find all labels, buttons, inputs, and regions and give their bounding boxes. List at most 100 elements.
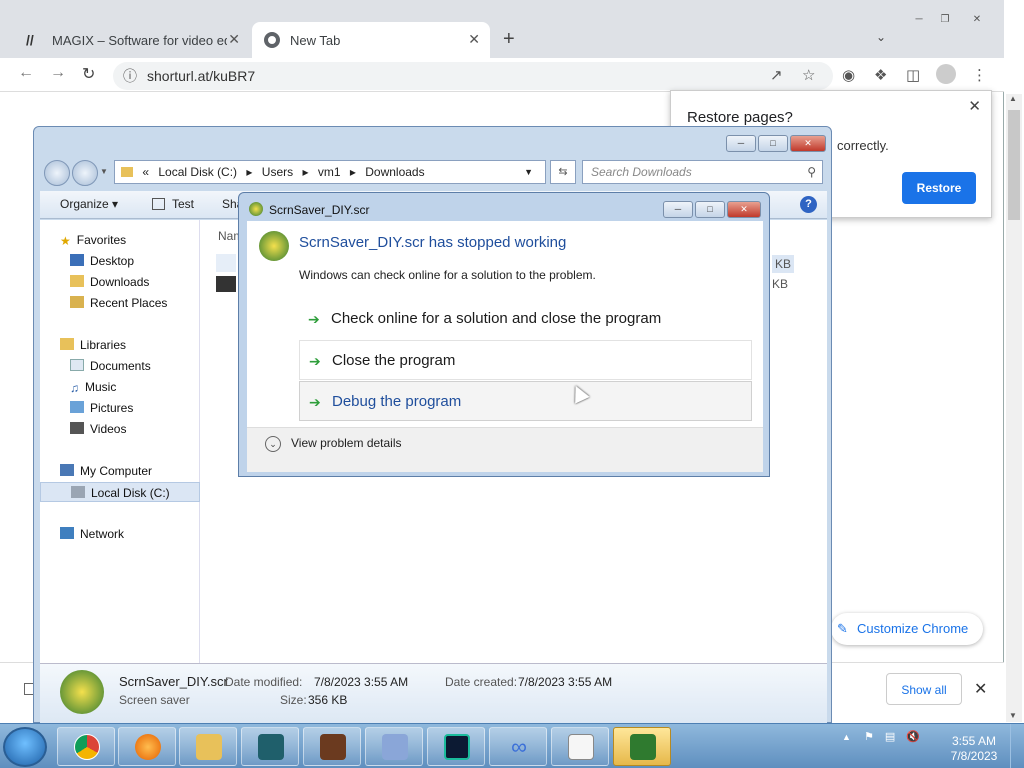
nav-desktop[interactable]: Desktop — [40, 251, 200, 271]
minimize-icon[interactable]: ─ — [908, 14, 930, 28]
share-icon[interactable]: ↗ — [770, 66, 783, 84]
taskbar-infinity-app[interactable]: ∞ — [489, 727, 547, 766]
new-tab-button[interactable]: + — [503, 28, 515, 51]
taskbar-vector-app[interactable] — [365, 727, 423, 766]
minimize-icon[interactable]: ─ — [726, 135, 756, 152]
minimize-icon[interactable]: ─ — [663, 201, 693, 218]
back-icon[interactable]: ← — [18, 64, 34, 82]
breadcrumb-sep[interactable]: ▸ — [246, 165, 252, 179]
taskbar-screensaver-app[interactable] — [613, 727, 671, 766]
address-bar[interactable]: ⓘ shorturl.at/kuBR7 — [113, 62, 833, 90]
action-center-icon[interactable]: ⚑ — [864, 731, 874, 743]
nav-network[interactable]: Network — [40, 524, 200, 544]
start-button[interactable] — [3, 727, 47, 767]
libraries-icon — [60, 338, 74, 350]
taskbar-chrome[interactable] — [57, 727, 115, 766]
bookmark-star-icon[interactable]: ☆ — [802, 66, 815, 84]
show-all-button[interactable]: Show all — [886, 673, 962, 705]
nav-music[interactable]: ♫ Music — [40, 377, 200, 397]
customize-chrome-button[interactable]: ✎ Customize Chrome — [831, 613, 983, 645]
nav-favorites[interactable]: ★ Favorites — [40, 230, 200, 250]
close-dialog-icon[interactable]: ✕ — [727, 201, 761, 218]
breadcrumb-item[interactable]: Downloads — [365, 165, 424, 179]
debug-program-option[interactable]: ➔ Debug the program — [299, 381, 752, 421]
organize-button[interactable]: Organize ▾ — [60, 197, 118, 211]
nav-libraries[interactable]: Libraries — [40, 335, 200, 355]
network-icon[interactable]: ▤ — [885, 731, 895, 743]
breadcrumb-sep[interactable]: ▸ — [350, 165, 356, 179]
maximize-icon[interactable]: □ — [695, 201, 725, 218]
scroll-down-icon[interactable]: ▼ — [1009, 711, 1017, 720]
breadcrumb-item[interactable]: Local Disk (C:) — [158, 165, 237, 179]
nav-pictures[interactable]: Pictures — [40, 398, 200, 418]
forward-icon[interactable]: → — [50, 64, 66, 82]
address-row: ▼ « Local Disk (C:) ▸ Users ▸ vm1 ▸ Down… — [40, 157, 827, 187]
menu-kebab-icon[interactable]: ⋮ — [972, 66, 987, 84]
nav-local-disk[interactable]: Local Disk (C:) — [40, 482, 200, 502]
video-app-icon — [444, 734, 470, 760]
nav-documents[interactable]: Documents — [40, 356, 200, 376]
tab-search-icon[interactable]: ⌄ — [876, 30, 886, 44]
extensions-icon[interactable]: ❖ — [874, 66, 887, 84]
expand-chevron-icon[interactable]: ⌄ — [265, 436, 281, 452]
breadcrumb-item[interactable]: Users — [262, 165, 293, 179]
help-icon[interactable]: ? — [800, 196, 817, 213]
breadcrumb[interactable]: « Local Disk (C:) ▸ Users ▸ vm1 ▸ Downlo… — [114, 160, 546, 184]
tab-magix[interactable]: // MAGIX – Software for video editi ✕ — [14, 22, 250, 58]
nav-label: Favorites — [76, 233, 127, 247]
close-window-icon[interactable]: ✕ — [790, 135, 826, 152]
file-icon-installer[interactable] — [216, 276, 236, 292]
close-window-icon[interactable]: ✕ — [966, 14, 988, 28]
breadcrumb-overflow[interactable]: « — [142, 165, 149, 179]
breadcrumb-sep[interactable]: ▸ — [302, 165, 308, 179]
details-file-name: ScrnSaver_DIY.scr — [119, 674, 228, 689]
side-panel-icon[interactable]: ◫ — [906, 66, 920, 84]
info-icon[interactable]: ⓘ — [123, 62, 137, 90]
refresh-icon[interactable]: ⇆ — [550, 160, 576, 184]
close-tab-icon[interactable]: ✕ — [228, 31, 240, 48]
nav-downloads[interactable]: Downloads — [40, 272, 200, 292]
maximize-icon[interactable]: □ — [758, 135, 788, 152]
taskbar-editor[interactable] — [241, 727, 299, 766]
nav-recent-places[interactable]: Recent Places — [40, 293, 200, 313]
file-icon-screensaver[interactable] — [216, 254, 236, 272]
view-problem-details-toggle[interactable]: View problem details — [291, 436, 402, 450]
nav-videos[interactable]: Videos — [40, 419, 200, 439]
taskbar-notepad[interactable] — [551, 727, 609, 766]
taskbar-firefox[interactable] — [118, 727, 176, 766]
option-label: Check online for a solution and close th… — [331, 310, 662, 327]
breadcrumb-item[interactable]: vm1 — [318, 165, 341, 179]
close-popup-icon[interactable]: ✕ — [968, 97, 981, 115]
close-downloads-icon[interactable]: ✕ — [974, 679, 987, 699]
reload-icon[interactable]: ↻ — [82, 64, 95, 84]
close-tab-icon[interactable]: ✕ — [468, 31, 480, 48]
scroll-up-icon[interactable]: ▲ — [1009, 94, 1017, 103]
close-program-option[interactable]: ➔ Close the program — [299, 340, 752, 380]
volume-muted-icon[interactable]: 🔇 — [906, 731, 920, 743]
back-icon[interactable] — [44, 160, 70, 186]
clock[interactable]: 3:55 AM 7/8/2023 — [942, 734, 1006, 764]
search-input[interactable]: Search Downloads ⚲ — [582, 160, 823, 184]
history-dropdown-icon[interactable]: ▼ — [100, 167, 108, 176]
taskbar-explorer[interactable] — [179, 727, 237, 766]
lens-icon[interactable]: ◉ — [842, 66, 855, 84]
show-desktop-button[interactable] — [1010, 724, 1024, 768]
nav-label: Videos — [90, 422, 127, 436]
taskbar-media-app[interactable] — [303, 727, 361, 766]
check-online-option[interactable]: ➔ Check online for a solution and close … — [299, 299, 752, 339]
profile-avatar[interactable] — [936, 64, 956, 84]
restore-icon[interactable]: ❐ — [934, 14, 956, 28]
search-icon[interactable]: ⚲ — [807, 161, 816, 183]
documents-icon — [70, 359, 84, 371]
tray-expand-icon[interactable]: ▲ — [842, 732, 851, 742]
scroll-thumb[interactable] — [1008, 110, 1020, 220]
page-scrollbar[interactable]: ▲ ▼ — [1006, 94, 1022, 722]
test-button[interactable]: Test — [172, 197, 194, 211]
nav-my-computer[interactable]: My Computer — [40, 461, 200, 481]
taskbar-video-app[interactable] — [427, 727, 485, 766]
forward-icon[interactable] — [72, 160, 98, 186]
tab-new-tab[interactable]: New Tab ✕ — [252, 22, 490, 58]
restore-button[interactable]: Restore — [902, 172, 976, 204]
chrome-icon — [74, 734, 100, 760]
address-dropdown-icon[interactable]: ▼ — [524, 161, 533, 183]
